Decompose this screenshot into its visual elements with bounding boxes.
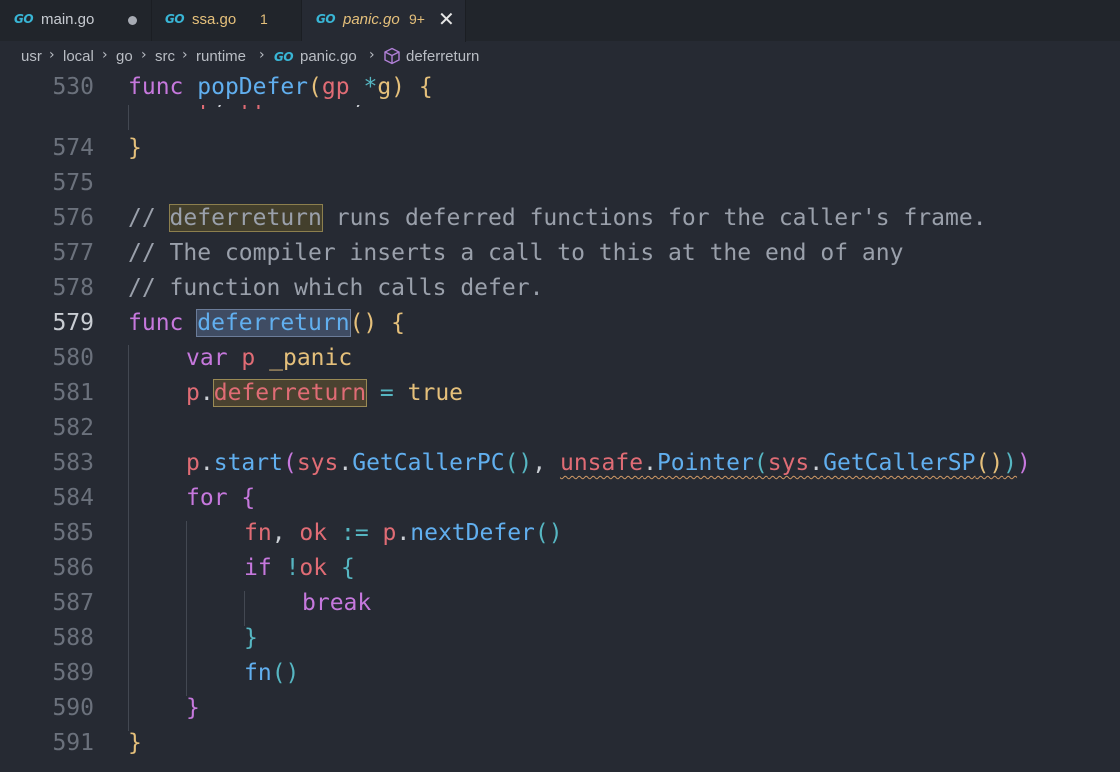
- code-text: // The compiler inserts a call to this a…: [128, 240, 904, 266]
- tab-label: main.go: [41, 11, 95, 28]
- breadcrumb-usr[interactable]: usr: [21, 48, 42, 65]
- code-text: func popDefer(gp *g) {: [128, 74, 433, 100]
- code-editor[interactable]: 573 mp, pp = nil, nil 530 func popDefer(…: [0, 70, 1120, 772]
- code-line-591: 591 }: [0, 726, 1120, 761]
- symbol-highlight: deferreturn: [168, 204, 323, 232]
- code-text: }: [244, 625, 258, 651]
- breadcrumb-runtime[interactable]: runtime: [196, 48, 246, 65]
- tab-label: panic.go: [343, 11, 400, 28]
- code-line-584: 584 for {: [0, 481, 1120, 516]
- code-line-582: 582: [0, 411, 1120, 446]
- tab-label: ssa.go: [192, 11, 237, 28]
- line-number: 585: [52, 520, 94, 546]
- tab-bar: GO main.go GO ssa.go 1 GO panic.go 9+ ✕: [0, 0, 1120, 42]
- breadcrumb-local[interactable]: local: [63, 48, 94, 65]
- breadcrumb-go[interactable]: go: [116, 48, 133, 65]
- problem-count-badge: 1: [260, 11, 268, 27]
- code-text: break: [302, 590, 372, 616]
- line-number: 580: [52, 345, 94, 371]
- line-number: 577: [52, 240, 94, 266]
- breadcrumb-src[interactable]: src: [155, 48, 175, 65]
- chevron-right-icon: ›: [102, 47, 108, 63]
- code-text: // function which calls defer.: [128, 275, 544, 301]
- symbol-highlight: deferreturn: [212, 379, 368, 407]
- close-icon[interactable]: ✕: [438, 8, 455, 30]
- line-number: 574: [52, 135, 94, 161]
- code-line-581: 581 p.deferreturn = true: [0, 376, 1120, 411]
- code-line-577: 577 // The compiler inserts a call to th…: [0, 236, 1120, 271]
- chevron-right-icon: ›: [141, 47, 147, 63]
- code-text: fn(): [244, 660, 300, 686]
- go-file-icon: GO: [316, 12, 336, 26]
- go-file-icon: GO: [165, 12, 185, 26]
- code-text: p.deferreturn = true: [186, 379, 464, 407]
- code-line-574: 574 }: [0, 131, 1120, 166]
- problem-count-badge: 9+: [409, 11, 425, 27]
- code-line-578: 578 // function which calls defer.: [0, 271, 1120, 306]
- code-line-588: 588 }: [0, 621, 1120, 656]
- code-line-580: 580 var p _panic: [0, 341, 1120, 376]
- code-text: }: [128, 730, 142, 756]
- warning-squiggle: unsafe.Pointer(sys.GetCallerSP()): [559, 450, 1018, 476]
- line-number: 588: [52, 625, 94, 651]
- breadcrumb-file[interactable]: panic.go: [300, 48, 357, 65]
- line-number: 586: [52, 555, 94, 581]
- line-number: 578: [52, 275, 94, 301]
- line-number: 530: [52, 74, 94, 100]
- code-text: if !ok {: [244, 555, 355, 581]
- line-number: 575: [52, 170, 94, 196]
- code-text: }: [128, 135, 142, 161]
- line-number: 590: [52, 695, 94, 721]
- chevron-right-icon: ›: [369, 47, 375, 63]
- code-line-579: 579 func deferreturn() {: [0, 306, 1120, 341]
- unsaved-dot-icon[interactable]: [128, 16, 137, 25]
- code-line-589: 589 fn(): [0, 656, 1120, 691]
- code-line-585: 585 fn, ok := p.nextDefer(): [0, 516, 1120, 551]
- code-line-590: 590 }: [0, 691, 1120, 726]
- code-text: fn, ok := p.nextDefer(): [244, 520, 563, 546]
- symbol-highlight: deferreturn: [196, 309, 351, 337]
- line-number: 581: [52, 380, 94, 406]
- code-line-587: 587 break: [0, 586, 1120, 621]
- code-text: // deferreturn runs deferred functions f…: [128, 204, 987, 232]
- tab-ssa-go[interactable]: GO ssa.go 1: [152, 0, 302, 41]
- code-text: for {: [186, 485, 256, 511]
- code-text: var p _panic: [186, 345, 353, 371]
- tab-panic-go[interactable]: GO panic.go 9+ ✕: [302, 0, 466, 42]
- chevron-right-icon: ›: [259, 47, 265, 63]
- code-text: }: [186, 695, 200, 721]
- line-number: 582: [52, 415, 94, 441]
- code-text: p.start(sys.GetCallerPC(), unsafe.Pointe…: [186, 450, 1031, 476]
- code-line-576: 576 // deferreturn runs deferred functio…: [0, 201, 1120, 236]
- code-line-575: 575: [0, 166, 1120, 201]
- chevron-right-icon: ›: [49, 47, 55, 63]
- line-number: 583: [52, 450, 94, 476]
- line-number: 576: [52, 205, 94, 231]
- line-number: 591: [52, 730, 94, 756]
- chevron-right-icon: ›: [182, 47, 188, 63]
- code-line-586: 586 if !ok {: [0, 551, 1120, 586]
- tab-main-go[interactable]: GO main.go: [0, 0, 152, 41]
- line-number: 579: [52, 310, 94, 336]
- breadcrumb: usr › local › go › src › runtime › GO pa…: [0, 42, 1120, 72]
- go-file-icon: GO: [274, 50, 294, 64]
- line-number: 587: [52, 590, 94, 616]
- code-text: func deferreturn() {: [128, 309, 405, 337]
- line-number: 589: [52, 660, 94, 686]
- code-line-583: 583 p.start(sys.GetCallerPC(), unsafe.Po…: [0, 446, 1120, 481]
- method-cube-icon: [384, 47, 400, 65]
- breadcrumb-symbol[interactable]: deferreturn: [406, 48, 479, 65]
- go-file-icon: GO: [14, 12, 34, 26]
- line-number: 584: [52, 485, 94, 511]
- sticky-scroll-line[interactable]: 530 func popDefer(gp *g) {: [0, 70, 1120, 105]
